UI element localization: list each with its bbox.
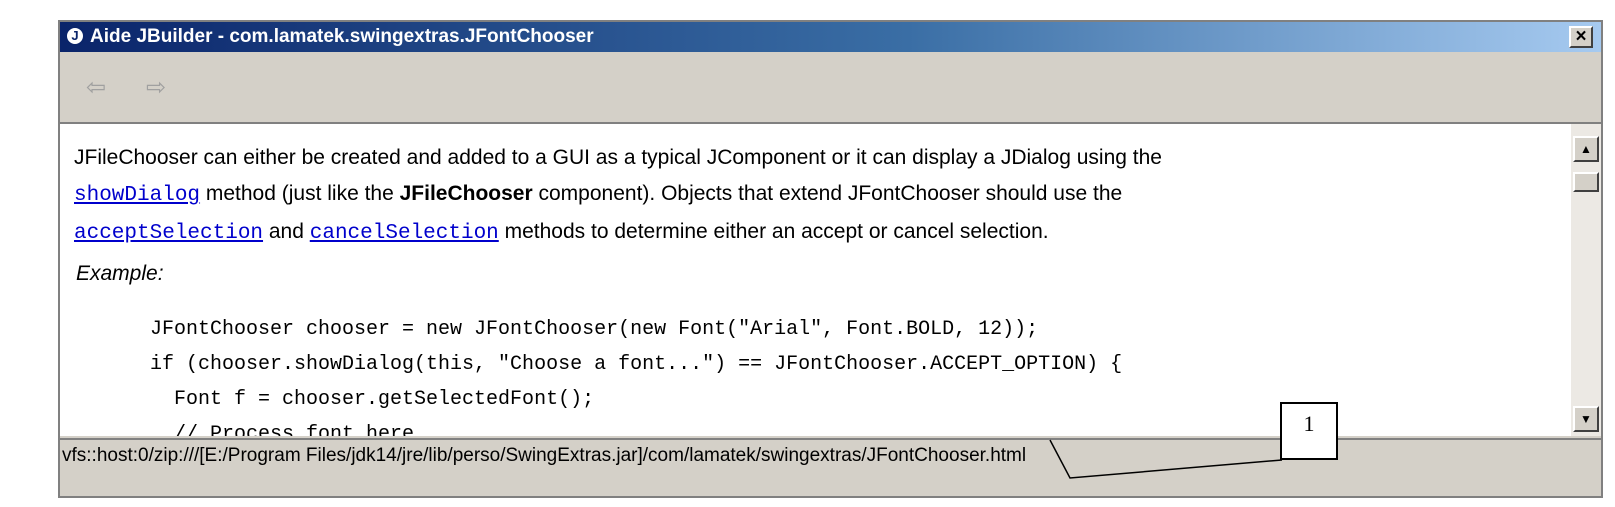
forward-arrow-icon[interactable]: ⇨ [140, 74, 172, 100]
link-cancelSelection[interactable]: cancelSelection [310, 222, 499, 245]
example-label: Example: [76, 262, 164, 285]
status-url: vfs::host:0/zip:///[E:/Program Files/jdk… [62, 445, 1027, 466]
description-text: method (just like the [200, 182, 400, 205]
scroll-up-arrow-icon[interactable]: ▲ [1573, 136, 1599, 162]
code-line: Font f = chooser.getSelectedFont(); [150, 388, 595, 411]
callout-pointer [1049, 439, 1283, 479]
description-text: and [263, 220, 310, 243]
back-arrow-icon[interactable]: ⇦ [80, 74, 112, 100]
title-bar[interactable]: J Aide JBuilder - com.lamatek.swingextra… [60, 22, 1601, 52]
jbuilder-app-icon: J [65, 26, 85, 46]
description-paragraph: JFileChooser can either be created and a… [74, 140, 1554, 252]
close-button[interactable]: × [1569, 26, 1593, 48]
status-bar: vfs::host:0/zip:///[E:/Program Files/jdk… [60, 438, 1601, 472]
code-line: if (chooser.showDialog(this, "Choose a f… [150, 353, 1123, 376]
bold-class-name: JFileChooser [399, 182, 533, 205]
help-window: J Aide JBuilder - com.lamatek.swingextra… [58, 20, 1603, 498]
help-content-pane[interactable]: JFileChooser can either be created and a… [60, 124, 1571, 436]
window-title: Aide JBuilder - com.lamatek.swingextras.… [90, 26, 594, 47]
code-line: JFontChooser chooser = new JFontChooser(… [150, 318, 1039, 341]
description-text: component). Objects that extend JFontCho… [532, 182, 1123, 205]
vertical-scrollbar[interactable]: ▲ ▼ [1571, 124, 1601, 436]
scroll-down-arrow-icon[interactable]: ▼ [1573, 406, 1599, 432]
link-acceptSelection[interactable]: acceptSelection [74, 222, 263, 245]
callout-number-box: 1 [1280, 402, 1338, 460]
code-line: // Process font here [150, 423, 415, 436]
description-line-1: JFileChooser can either be created and a… [74, 146, 1162, 169]
scroll-thumb[interactable] [1573, 172, 1599, 192]
link-showDialog[interactable]: showDialog [74, 184, 200, 207]
code-example: JFontChooser chooser = new JFontChooser(… [150, 312, 1122, 436]
description-text: methods to determine either an accept or… [498, 220, 1049, 243]
toolbar: ⇦ ⇨ [60, 52, 1601, 124]
